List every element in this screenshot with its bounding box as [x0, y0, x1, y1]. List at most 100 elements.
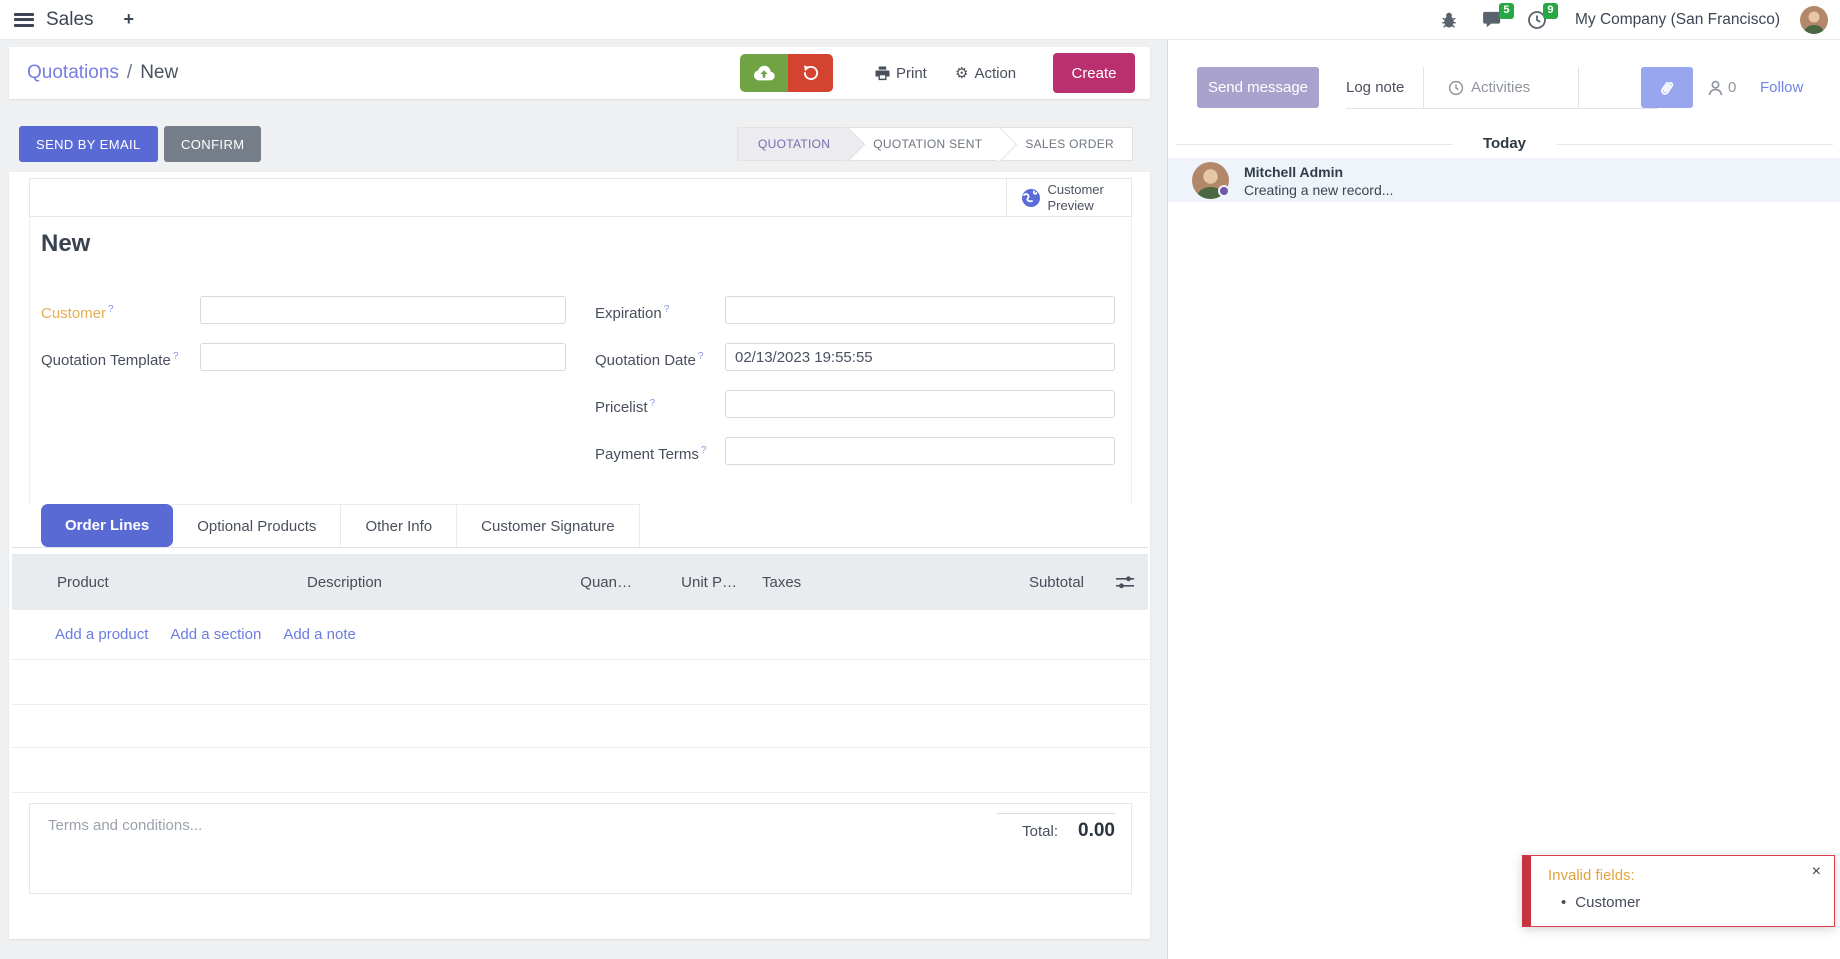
stage-quotation-sent[interactable]: QUOTATION SENT: [849, 127, 1001, 161]
tab-customer-signature[interactable]: Customer Signature: [456, 504, 639, 547]
globe-icon: [1021, 188, 1041, 208]
help-marker: ?: [173, 351, 179, 362]
messages-icon[interactable]: 5: [1481, 8, 1505, 32]
stage-quotation[interactable]: QUOTATION: [737, 127, 849, 161]
column-taxes: Taxes: [762, 574, 992, 591]
terms-and-conditions-input[interactable]: Terms and conditions...: [48, 817, 202, 834]
column-unit-price: Unit P…: [632, 574, 737, 591]
send-message-button[interactable]: Send message: [1197, 67, 1319, 108]
notebook-tabs: Order Lines Optional Products Other Info…: [12, 504, 1148, 548]
tab-order-lines[interactable]: Order Lines: [41, 504, 173, 547]
payment-terms-input[interactable]: [725, 437, 1115, 465]
message-author[interactable]: Mitchell Admin: [1244, 164, 1343, 180]
top-navbar: Sales + 5 9 My Company (San Francisco): [0, 0, 1840, 40]
user-avatar[interactable]: [1800, 6, 1828, 34]
customer-input[interactable]: [200, 296, 566, 324]
follower-person-icon: [1708, 80, 1723, 96]
cloud-upload-icon: [753, 65, 775, 81]
activities-count-badge: 9: [1543, 3, 1558, 19]
row-separator: [12, 747, 1148, 748]
column-quantity: Quan…: [537, 574, 632, 591]
row-separator: [12, 704, 1148, 705]
breadcrumb-quotations[interactable]: Quotations: [27, 62, 119, 84]
expiration-input[interactable]: [725, 296, 1115, 324]
discard-changes-button[interactable]: [788, 54, 833, 92]
undo-icon: [802, 64, 820, 82]
expiration-field-label: Expiration?: [595, 296, 669, 328]
followers-button[interactable]: 0: [1708, 67, 1736, 108]
optional-columns-icon[interactable]: [1084, 575, 1140, 590]
company-switcher[interactable]: My Company (San Francisco): [1575, 11, 1780, 29]
pricelist-field-label: Pricelist?: [595, 390, 655, 422]
total-label: Total:: [1022, 823, 1058, 840]
log-note-button[interactable]: Log note: [1346, 67, 1404, 108]
date-separator: Today: [1168, 135, 1840, 152]
row-separator: [12, 659, 1148, 660]
print-menu[interactable]: Print: [875, 47, 927, 99]
send-by-email-button[interactable]: SEND BY EMAIL: [19, 126, 158, 162]
toolbar-divider: [1578, 67, 1579, 109]
chatter-panel: Send message Log note Activities: [1167, 40, 1840, 959]
customer-preview-button[interactable]: Customer Preview: [1006, 179, 1131, 216]
gear-icon: ⚙: [955, 64, 968, 82]
invalid-fields-toast: Invalid fields: × Customer: [1522, 855, 1835, 927]
control-panel: Quotations / New: [9, 47, 1150, 99]
customer-field-label: Customer?: [41, 296, 114, 328]
app-menu-sales[interactable]: Sales: [46, 9, 94, 31]
add-a-section-link[interactable]: Add a section: [170, 626, 261, 643]
hamburger-menu-icon[interactable]: [14, 13, 34, 27]
status-bar: QUOTATION QUOTATION SENT SALES ORDER: [737, 127, 1133, 161]
debug-bug-icon[interactable]: [1437, 8, 1461, 32]
quotation-date-field-label: Quotation Date?: [595, 343, 703, 375]
quotation-template-input[interactable]: [200, 343, 566, 371]
add-a-product-link[interactable]: Add a product: [55, 626, 148, 643]
save-record-button[interactable]: [740, 54, 788, 92]
action-label: Action: [974, 65, 1016, 82]
paperclip-icon: [1659, 79, 1675, 97]
sheet-footer-box: Terms and conditions... Total: 0.00: [29, 803, 1132, 894]
printer-icon: [875, 66, 890, 81]
total-value: 0.00: [1078, 820, 1115, 842]
create-button[interactable]: Create: [1053, 53, 1135, 93]
tab-optional-products[interactable]: Optional Products: [172, 504, 341, 547]
toast-title: Invalid fields:: [1548, 867, 1635, 884]
sheet-button-box: Customer Preview: [29, 178, 1132, 217]
record-title: New: [41, 230, 90, 258]
schedule-activity-button[interactable]: Activities: [1448, 67, 1530, 108]
activities-label: Activities: [1471, 79, 1530, 96]
help-marker: ?: [650, 398, 656, 409]
help-marker: ?: [664, 304, 670, 315]
online-status-dot: [1218, 185, 1230, 197]
chatter-tab-underline: [1346, 108, 1658, 109]
confirm-button[interactable]: CONFIRM: [164, 126, 261, 162]
stage-sales-order[interactable]: SALES ORDER: [1001, 127, 1133, 161]
toolbar-divider: [1423, 67, 1424, 109]
column-subtotal: Subtotal: [992, 574, 1084, 591]
followers-count: 0: [1728, 79, 1736, 96]
activity-clock-icon: [1448, 80, 1464, 96]
breadcrumb: Quotations / New: [27, 47, 178, 99]
tab-other-info[interactable]: Other Info: [340, 504, 457, 547]
customer-preview-label: Customer Preview: [1048, 182, 1118, 213]
activities-clock-icon[interactable]: 9: [1525, 8, 1549, 32]
new-window-button[interactable]: +: [124, 9, 135, 30]
toast-close-icon[interactable]: ×: [1812, 863, 1821, 881]
messages-count-badge: 5: [1499, 3, 1514, 19]
help-marker: ?: [108, 304, 114, 315]
follow-button[interactable]: Follow: [1760, 67, 1803, 108]
save-discard-group: [740, 54, 833, 92]
add-a-note-link[interactable]: Add a note: [283, 626, 356, 643]
help-marker: ?: [701, 445, 707, 456]
action-menu[interactable]: ⚙ Action: [955, 47, 1016, 99]
total-row: Total: 0.00: [1022, 820, 1115, 842]
help-marker: ?: [698, 351, 704, 362]
toast-invalid-field: Customer: [1561, 894, 1640, 911]
breadcrumb-separator: /: [127, 62, 132, 84]
message-body: Creating a new record...: [1244, 182, 1393, 198]
pricelist-input[interactable]: [725, 390, 1115, 418]
attach-files-button[interactable]: [1641, 67, 1693, 108]
quotation-date-input[interactable]: [725, 343, 1115, 371]
quotation-template-field-label: Quotation Template?: [41, 343, 178, 375]
quotation-form-sheet: Customer Preview New Customer? Quotation…: [9, 172, 1150, 939]
chatter-toolbar: Send message Log note Activities: [1168, 67, 1840, 109]
